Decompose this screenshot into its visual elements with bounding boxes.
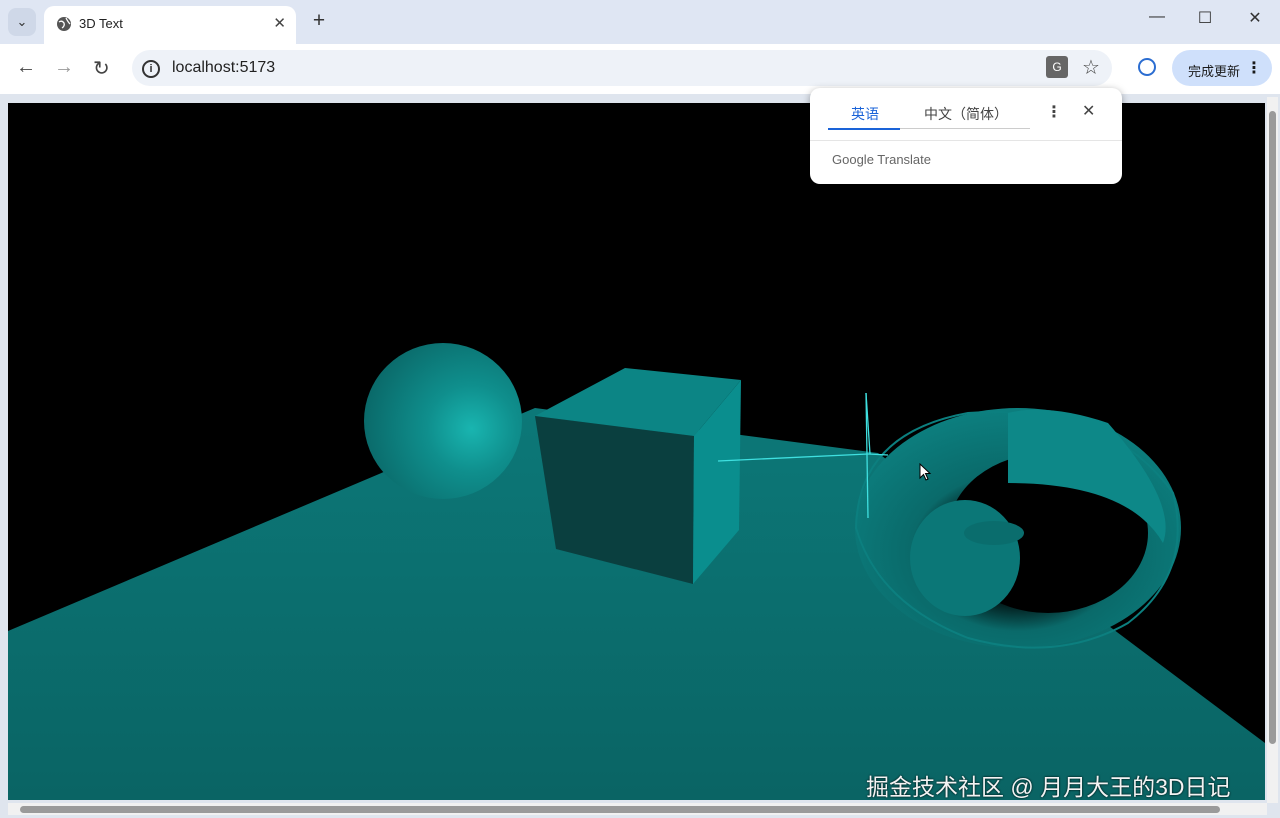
tab-close-icon[interactable]: ✕ xyxy=(273,14,286,32)
source-language-tab[interactable]: 英语 xyxy=(851,104,879,124)
window-close-button[interactable]: ✕ xyxy=(1240,8,1270,36)
active-tab-indicator xyxy=(828,128,900,130)
browser-toolbar: ← → ↻ i localhost:5173 G ☆ 完成更新 ⋮ xyxy=(0,44,1280,94)
close-icon[interactable]: ✕ xyxy=(1082,101,1095,121)
tab-search-button[interactable]: ⌄ xyxy=(8,8,36,36)
webgl-canvas[interactable] xyxy=(8,103,1265,800)
google-translate-label: Google Translate xyxy=(832,152,932,167)
popup-divider xyxy=(810,140,1122,141)
more-vert-icon: ⋮ xyxy=(1246,60,1262,77)
chevron-down-icon: ⌄ xyxy=(16,14,28,29)
profile-icon[interactable] xyxy=(1138,58,1156,76)
vertical-scrollbar[interactable] xyxy=(1267,97,1278,803)
mouse-cursor-icon xyxy=(919,463,932,481)
target-language-tab[interactable]: 中文（简体） xyxy=(924,104,1008,124)
horizontal-scrollbar[interactable] xyxy=(8,803,1267,815)
minimize-button[interactable]: — xyxy=(1142,8,1172,36)
info-icon[interactable]: i xyxy=(142,60,160,78)
update-label: 完成更新 xyxy=(1188,64,1241,79)
watermark: 掘金技术社区 @ 月月大王的3D日记 xyxy=(866,774,1231,800)
reload-icon[interactable]: ↻ xyxy=(93,56,110,81)
horizontal-scrollbar-thumb[interactable] xyxy=(20,806,1220,813)
tab-title: 3D Text xyxy=(79,16,123,31)
more-vert-icon[interactable]: ⋮ xyxy=(1046,102,1062,122)
torus-mesh xyxy=(854,408,1181,649)
tab-strip: ⌄ 3D Text ✕ + — ☐ ✕ xyxy=(0,0,1280,44)
star-icon[interactable]: ☆ xyxy=(1082,55,1100,80)
maximize-button[interactable]: ☐ xyxy=(1190,8,1220,36)
address-bar[interactable]: i localhost:5173 G ☆ xyxy=(132,50,1112,86)
scene-render xyxy=(8,343,1265,800)
globe-icon xyxy=(57,17,71,31)
sphere-mesh xyxy=(364,343,522,499)
back-arrow-icon[interactable]: ← xyxy=(16,56,36,79)
browser-tab[interactable]: 3D Text ✕ xyxy=(44,6,296,44)
translate-icon[interactable]: G xyxy=(1046,56,1068,78)
vertical-scrollbar-thumb[interactable] xyxy=(1269,111,1276,744)
url-text[interactable]: localhost:5173 xyxy=(172,59,275,77)
update-button[interactable]: 完成更新 ⋮ xyxy=(1172,50,1272,86)
tab-divider xyxy=(900,128,1030,129)
new-tab-button[interactable]: + xyxy=(307,9,331,33)
translate-popup: 英语 中文（简体） ⋮ ✕ Google Translate xyxy=(810,88,1122,184)
forward-arrow-icon[interactable]: → xyxy=(54,56,74,79)
